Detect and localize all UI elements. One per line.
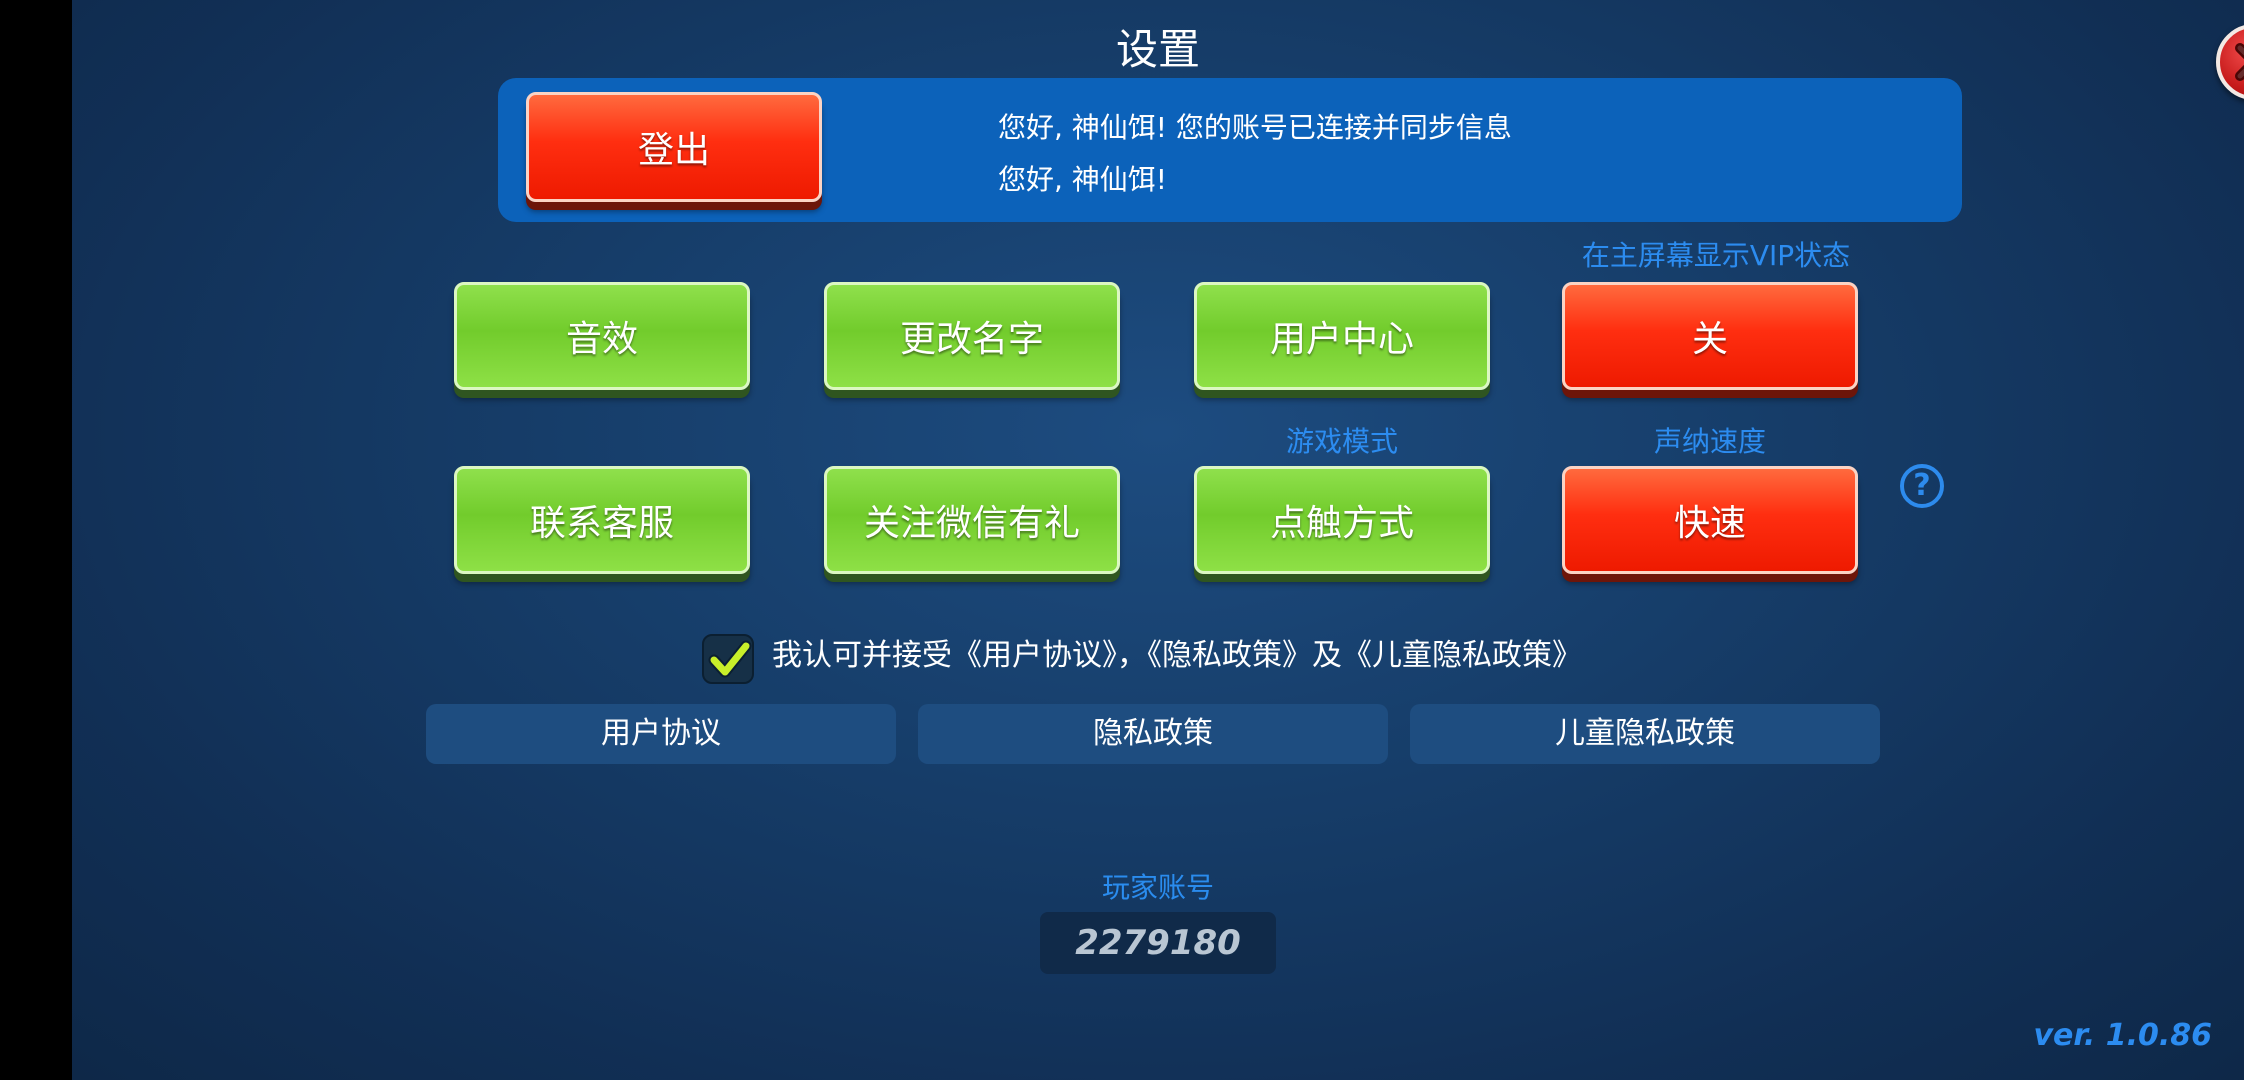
account-panel: 登出 您好, 神仙饵! 您的账号已连接并同步信息 您好, 神仙饵! [498,78,1962,222]
sound-button[interactable]: 音效 [454,282,750,390]
user-agreement-button[interactable]: 用户协议 [426,704,896,764]
privacy-policy-button[interactable]: 隐私政策 [918,704,1388,764]
follow-wechat-button[interactable]: 关注微信有礼 [824,466,1120,574]
vip-status-label: 在主屏幕显示VIP状态 [1581,239,1851,272]
version-label: ver. 1.0.86 [2033,1018,2212,1053]
sonar-speed-label: 声纳速度 [1653,425,1766,458]
player-account-value: 2279180 [1040,912,1276,974]
vip-status-toggle[interactable]: 关 [1562,282,1858,390]
rename-button[interactable]: 更改名字 [824,282,1120,390]
sonar-speed-button[interactable]: 快速 [1562,466,1858,574]
account-greeting-line1: 您好, 神仙饵! 您的账号已连接并同步信息 [998,111,1512,144]
player-account-label: 玩家账号 [1101,871,1214,904]
user-center-button[interactable]: 用户中心 [1194,282,1490,390]
touch-mode-button[interactable]: 点触方式 [1194,466,1490,574]
account-greeting-line2: 您好, 神仙饵! [998,163,1168,196]
close-icon [2235,43,2244,81]
checkmark-icon [708,640,752,678]
game-mode-label: 游戏模式 [1285,425,1398,458]
settings-screen: 设置 登出 您好, 神仙饵! 您的账号已连接并同步信息 您好, 神仙饵! 在主屏… [72,0,2244,1080]
agreement-text: 我认可并接受《用户协议》，《隐私政策》及《儿童隐私政策》 [772,638,1582,673]
contact-service-button[interactable]: 联系客服 [454,466,750,574]
child-privacy-policy-button[interactable]: 儿童隐私政策 [1410,704,1880,764]
close-button[interactable] [2216,24,2244,100]
agreement-checkbox[interactable] [702,634,754,684]
question-mark-icon[interactable]: ? [1900,464,1944,508]
page-title: 设置 [1115,25,1200,74]
logout-button[interactable]: 登出 [526,92,822,202]
